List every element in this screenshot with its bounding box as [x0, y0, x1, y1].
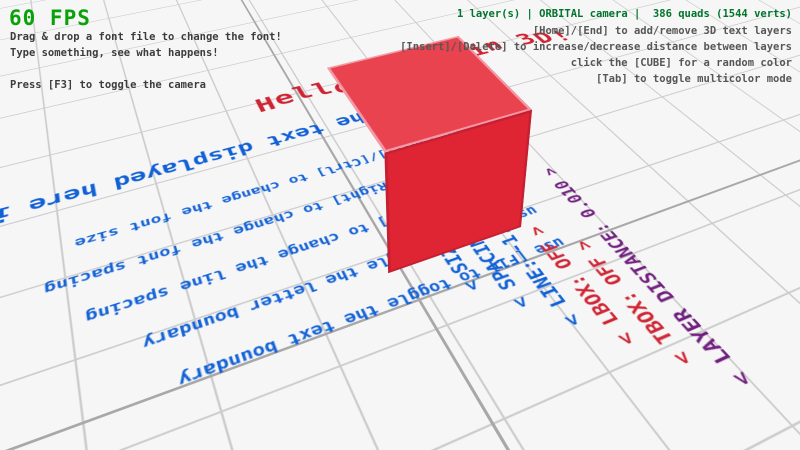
option-labels: < SIZE: 8.0 >< SPACING: 0.5 >< LINE: -1.…	[0, 0, 637, 16]
3d-scene: Hello World in 3D! use [F1] to toggle th…	[0, 0, 800, 450]
app-window: Hello World in 3D! use [F1] to toggle th…	[0, 0, 800, 450]
ground-grid: Hello World in 3D! use [F1] to toggle th…	[0, 0, 800, 415]
